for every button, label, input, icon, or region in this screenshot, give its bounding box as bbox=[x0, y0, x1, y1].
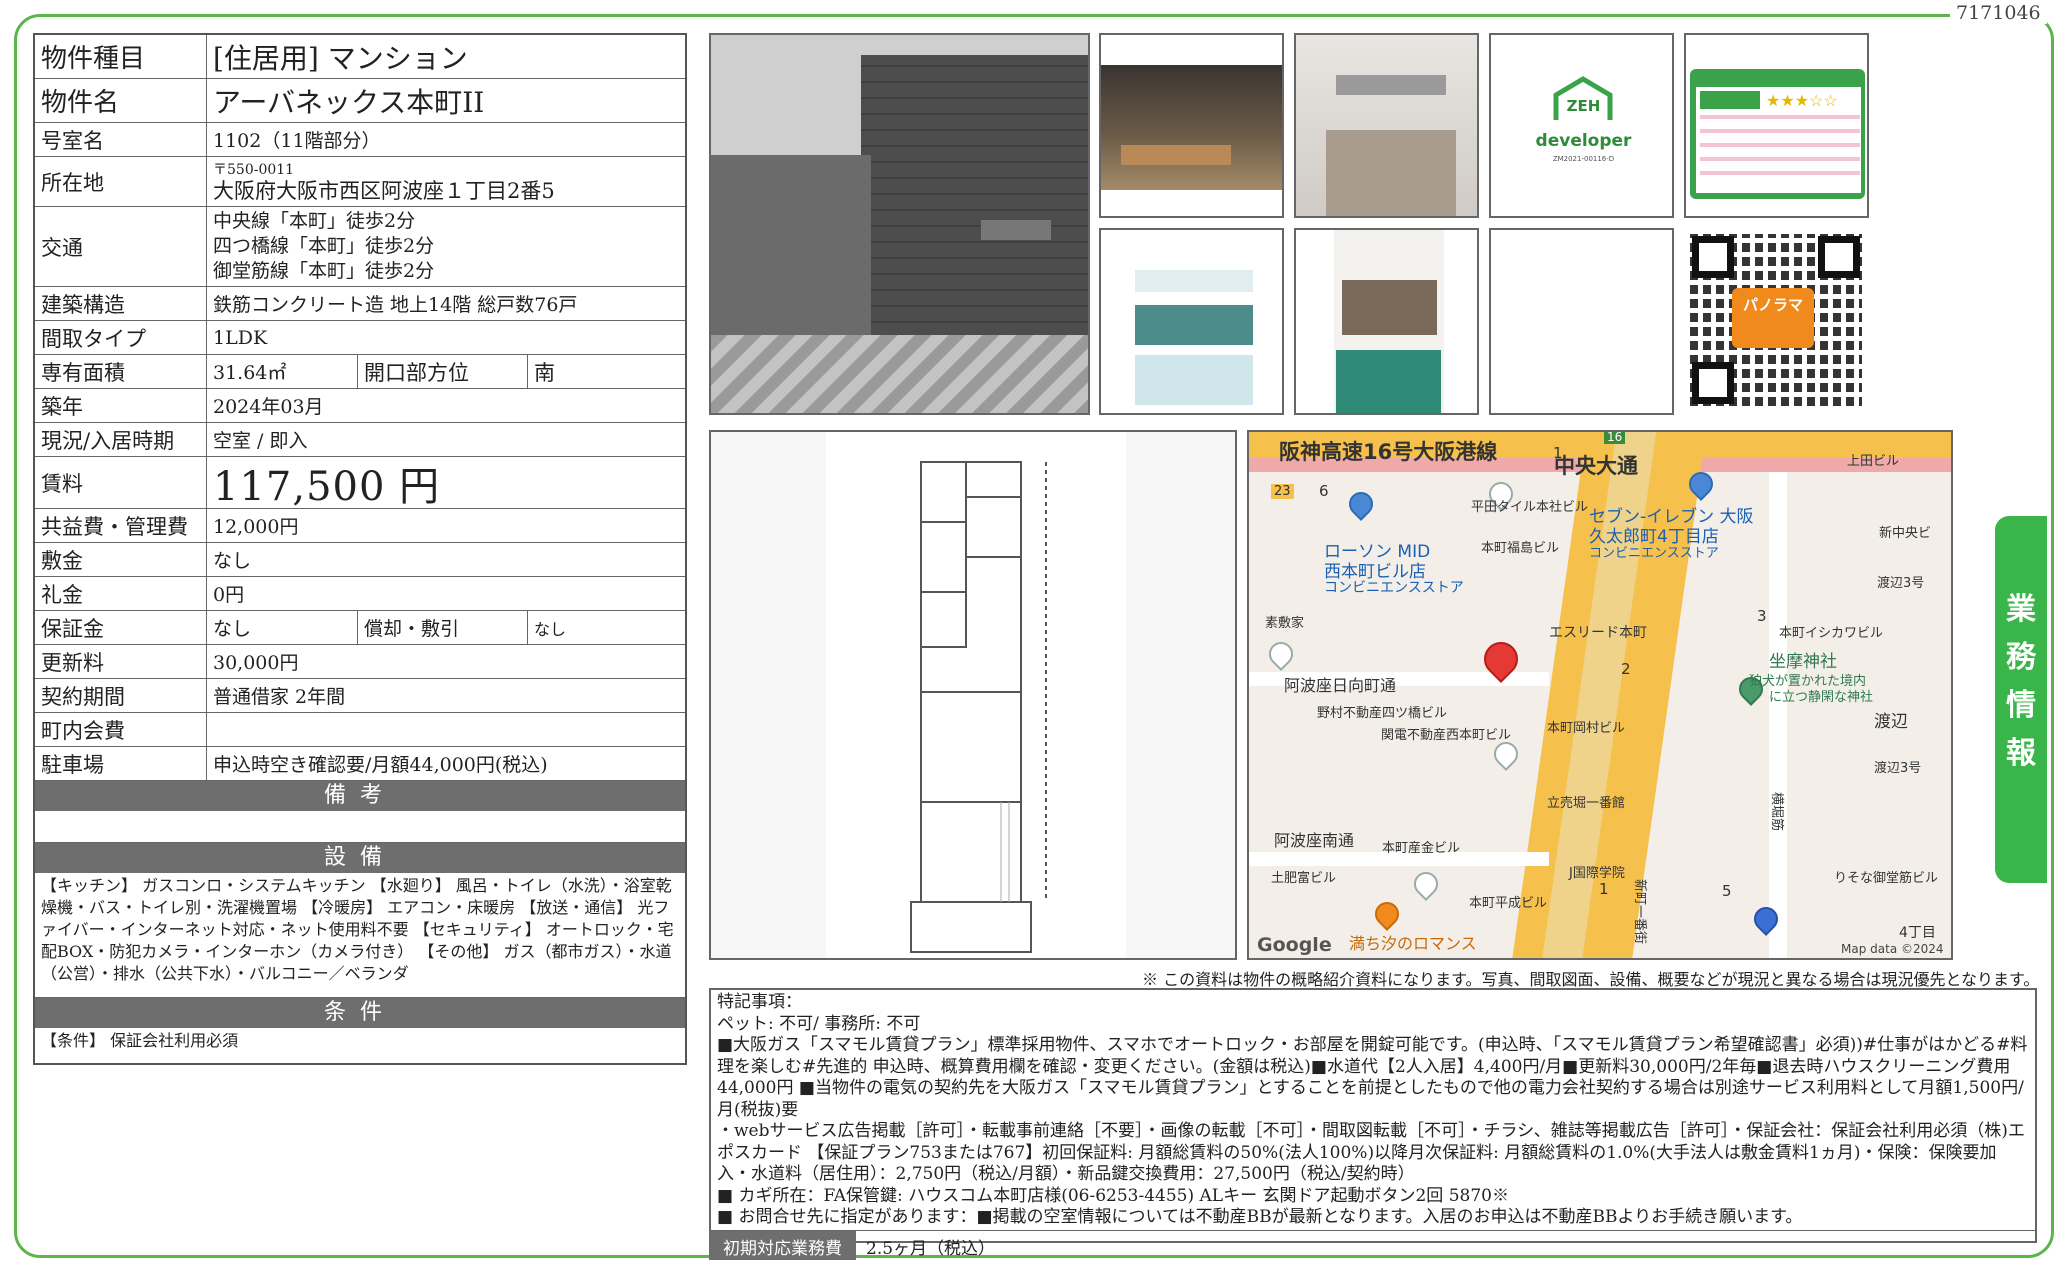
label-built: 築年 bbox=[35, 389, 207, 422]
panorama-qr-code[interactable]: パノラマ bbox=[1684, 228, 1869, 415]
value-status: 空室 / 即入 bbox=[213, 430, 308, 452]
kitchen-photo[interactable] bbox=[1294, 33, 1479, 218]
value-contract: 普通借家 2年間 bbox=[213, 686, 346, 708]
value-parking: 申込時空き確認要/月額44,000円(税込) bbox=[213, 754, 548, 776]
section-remarks-header: 備考 bbox=[35, 781, 685, 811]
business-info-tab[interactable]: 業務情報 bbox=[1995, 516, 2047, 883]
special-notes-line: ペット: 不可/ 事務所: 不可 bbox=[717, 1013, 921, 1034]
label-address: 所在地 bbox=[35, 157, 207, 206]
label-amortization: 償却・敷引 bbox=[357, 611, 527, 644]
value-area: 31.64㎡ bbox=[213, 362, 287, 384]
section-conditions-header: 条件 bbox=[35, 998, 685, 1028]
place-pin-icon[interactable] bbox=[1409, 867, 1443, 901]
location-map[interactable]: 阪神高速16号大阪港線 中央大通 ローソン MID 西本町ビル店 コンビニエンス… bbox=[1247, 430, 1953, 960]
building-exterior-photo[interactable] bbox=[709, 33, 1090, 415]
flyer-photo[interactable] bbox=[1294, 228, 1479, 415]
label-area: 専有面積 bbox=[35, 355, 207, 388]
empty-photo-slot bbox=[1489, 228, 1674, 415]
label-renewal: 更新料 bbox=[35, 645, 207, 678]
label-status: 現況/入居時期 bbox=[35, 423, 207, 456]
initial-fee-label: 初期対応業務費 bbox=[709, 1231, 856, 1260]
special-notes-box: 特記事項： ペット: 不可/ 事務所: 不可 ■大阪ガス「スマモル賃貸プラン」標… bbox=[709, 988, 2037, 1243]
zeh-subtitle: developer bbox=[1535, 131, 1632, 151]
value-direction: 南 bbox=[527, 355, 685, 388]
special-notes-line: ・webサービス広告掲載［許可］・転載事前連絡［不要］・画像の転載［不可］・間取… bbox=[717, 1121, 2025, 1184]
lobby-photo[interactable] bbox=[1099, 33, 1284, 218]
section-equipment-header: 設備 bbox=[35, 843, 685, 873]
label-layout: 間取タイプ bbox=[35, 321, 207, 354]
value-guarantee: なし bbox=[213, 618, 252, 640]
label-rent: 賃料 bbox=[35, 457, 207, 508]
label-key-money: 礼金 bbox=[35, 577, 207, 610]
value-built: 2024年03月 bbox=[213, 396, 324, 418]
google-logo: Google bbox=[1257, 934, 1332, 956]
value-rent: 117,500 円 bbox=[213, 463, 441, 510]
special-notes-title: 特記事項： bbox=[717, 992, 802, 1012]
value-address: 大阪府大阪市西区阿波座１丁目2番5 bbox=[213, 178, 555, 203]
label-room: 号室名 bbox=[35, 123, 207, 156]
disclaimer-note: ※ この資料は物件の概略紹介資料になります。写真、間取図面、設備、概要などが現況… bbox=[1142, 970, 2040, 989]
special-notes-line: ■大阪ガス「スマモル賃貸プラン」標準採用物件、スマホでオートロック・お部屋を開錠… bbox=[717, 1035, 2028, 1120]
remarks-body bbox=[35, 811, 685, 843]
restaurant-pin-icon[interactable] bbox=[1370, 897, 1404, 931]
label-name: 物件名 bbox=[35, 79, 207, 122]
equipment-text: 【キッチン】 ガスコンロ・システムキッチン 【水廻り】 風呂・トイレ（水洗）・浴… bbox=[35, 873, 685, 998]
special-notes-line: ■ お問合せ先に指定があります：■掲載の空室情報については不動産BBが最新となり… bbox=[717, 1207, 1803, 1227]
floor-plan-drawing bbox=[910, 461, 1047, 953]
label-traffic: 交通 bbox=[35, 207, 207, 286]
label-guarantee: 保証金 bbox=[35, 611, 207, 644]
floor-plan[interactable] bbox=[709, 430, 1237, 960]
value-deposit: なし bbox=[213, 550, 252, 572]
label-structure: 建築構造 bbox=[35, 287, 207, 320]
value-layout: 1LDK bbox=[213, 326, 268, 349]
store-pin-icon[interactable] bbox=[1344, 487, 1378, 521]
value-amortization: なし bbox=[527, 611, 685, 644]
value-room: 1102（11階部分） bbox=[213, 130, 381, 152]
traffic-line: 中央線「本町」徒歩2分 bbox=[213, 210, 416, 232]
value-community-fee bbox=[207, 713, 685, 746]
value-fee: 12,000円 bbox=[213, 516, 299, 538]
energy-label[interactable]: ★★★☆☆ bbox=[1684, 33, 1869, 218]
zeh-code: ZM2021-00116-D bbox=[1552, 155, 1615, 163]
postal-code: 〒550-0011 bbox=[213, 161, 295, 178]
place-pin-icon[interactable] bbox=[1264, 637, 1298, 671]
value-name: アーバネックス本町II bbox=[213, 85, 485, 119]
property-spec-table: 物件種目 [住居用] マンション 物件名 アーバネックス本町II 号室名 1102（1… bbox=[33, 33, 687, 1065]
value-type: [住居用] マンション bbox=[213, 41, 468, 75]
label-deposit: 敷金 bbox=[35, 543, 207, 576]
label-fee: 共益費・管理費 bbox=[35, 509, 207, 542]
label-direction: 開口部方位 bbox=[357, 355, 527, 388]
panorama-label: パノラマ bbox=[1732, 288, 1814, 348]
special-notes-line: ■ カギ所在：FA保管鍵: ハウスコム本町店様(06-6253-4455) AL… bbox=[717, 1185, 1509, 1206]
traffic-line: 御堂筋線「本町」徒歩2分 bbox=[213, 260, 435, 282]
zeh-certificate[interactable]: ZEH developer ZM2021-00116-D bbox=[1489, 33, 1674, 218]
document-id: 7171046 bbox=[1950, 2, 2047, 24]
conditions-text: 【条件】 保証会社利用必須 bbox=[41, 1031, 239, 1050]
traffic-line: 四つ橋線「本町」徒歩2分 bbox=[213, 235, 435, 257]
initial-fee-value: 2.5ヶ月（税込） bbox=[866, 1239, 996, 1259]
label-parking: 駐車場 bbox=[35, 747, 207, 780]
label-community-fee: 町内会費 bbox=[35, 713, 207, 746]
value-renewal: 30,000円 bbox=[213, 652, 299, 674]
value-structure: 鉄筋コンクリート造 地上14階 総戸数76戸 bbox=[213, 294, 578, 316]
initial-fee-row: 初期対応業務費 2.5ヶ月（税込） bbox=[709, 1230, 2037, 1260]
star-rating-icon: ★★★☆☆ bbox=[1766, 91, 1838, 110]
label-contract: 契約期間 bbox=[35, 679, 207, 712]
label-type: 物件種目 bbox=[35, 35, 207, 78]
zeh-title: ZEH bbox=[1566, 97, 1601, 115]
map-attribution: Map data ©2024 bbox=[1841, 942, 1944, 956]
value-key-money: 0円 bbox=[213, 584, 245, 606]
brochure-photo[interactable] bbox=[1099, 228, 1284, 415]
